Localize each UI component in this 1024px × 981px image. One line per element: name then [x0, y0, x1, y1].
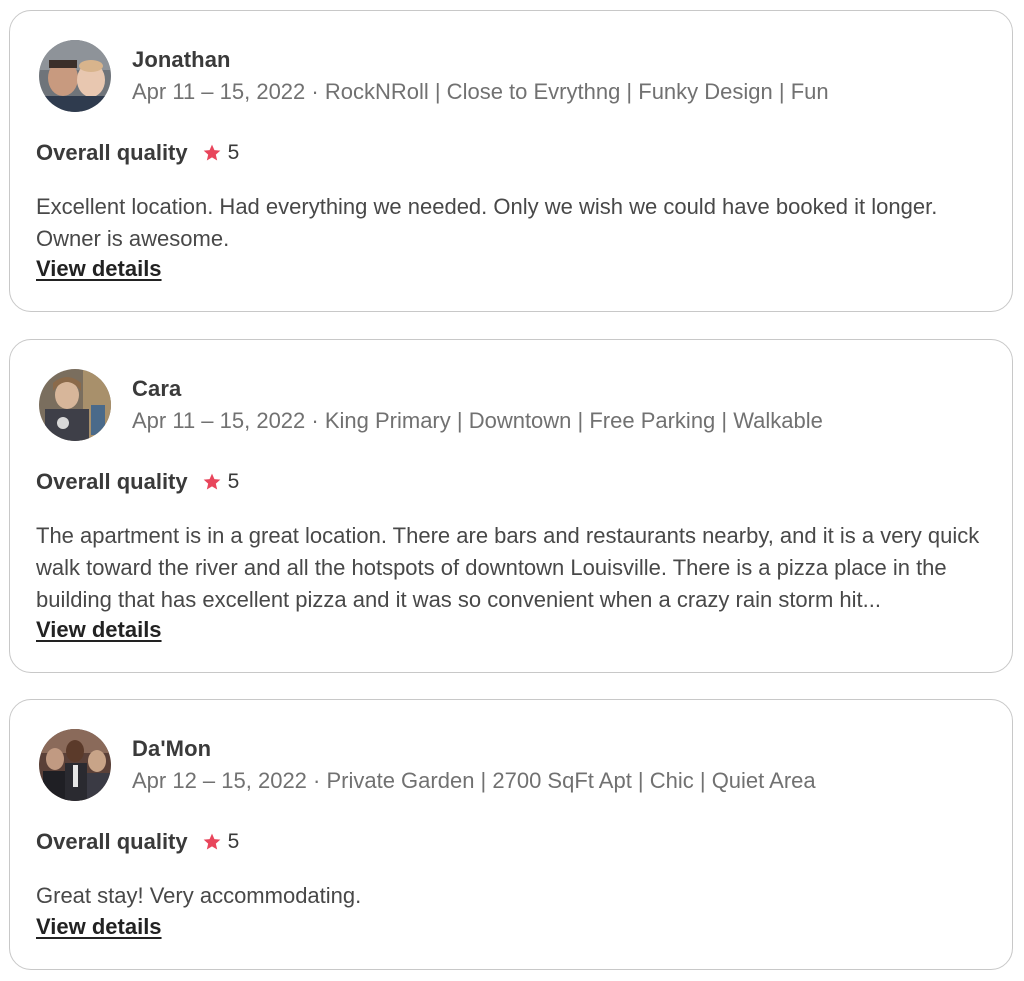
rating-row: Overall quality 5 [36, 140, 239, 166]
view-details-link[interactable]: View details [36, 256, 162, 282]
rating-label: Overall quality [36, 469, 188, 494]
star-icon [202, 143, 222, 163]
review-card: Da'Mon Apr 12 – 15, 2022 · Private Garde… [9, 699, 1013, 970]
view-details-link[interactable]: View details [36, 617, 162, 643]
rating-value: 5 [227, 141, 240, 164]
stay-dates-listing: Apr 11 – 15, 2022 · King Primary | Downt… [132, 408, 823, 433]
rating-label: Overall quality [36, 140, 188, 165]
review-card: Cara Apr 11 – 15, 2022 · King Primary | … [9, 339, 1013, 673]
avatar[interactable] [39, 729, 111, 801]
star-icon [202, 832, 222, 852]
reviewer-name: Da'Mon [132, 736, 212, 761]
review-text: The apartment is in a great location. Th… [36, 523, 980, 612]
rating-label: Overall quality [36, 829, 188, 854]
reviewer-name: Jonathan [132, 47, 231, 72]
rating-value: 5 [227, 830, 240, 853]
rating-row: Overall quality 5 [36, 829, 239, 855]
stay-dates-listing: Apr 11 – 15, 2022 · RockNRoll | Close to… [132, 79, 829, 104]
reviewer-name: Cara [132, 376, 182, 401]
stay-dates-listing: Apr 12 – 15, 2022 · Private Garden | 270… [132, 768, 816, 793]
review-card: Jonathan Apr 11 – 15, 2022 · RockNRoll |… [9, 10, 1013, 312]
avatar[interactable] [39, 369, 111, 441]
rating-value: 5 [227, 470, 240, 493]
view-details-link[interactable]: View details [36, 914, 162, 940]
avatar[interactable] [39, 40, 111, 112]
review-text: Excellent location. Had everything we ne… [36, 194, 938, 251]
reviews-list: Jonathan Apr 11 – 15, 2022 · RockNRoll |… [0, 0, 1024, 981]
rating-row: Overall quality 5 [36, 469, 239, 495]
review-text: Great stay! Very accommodating. [36, 883, 362, 908]
star-icon [202, 472, 222, 492]
